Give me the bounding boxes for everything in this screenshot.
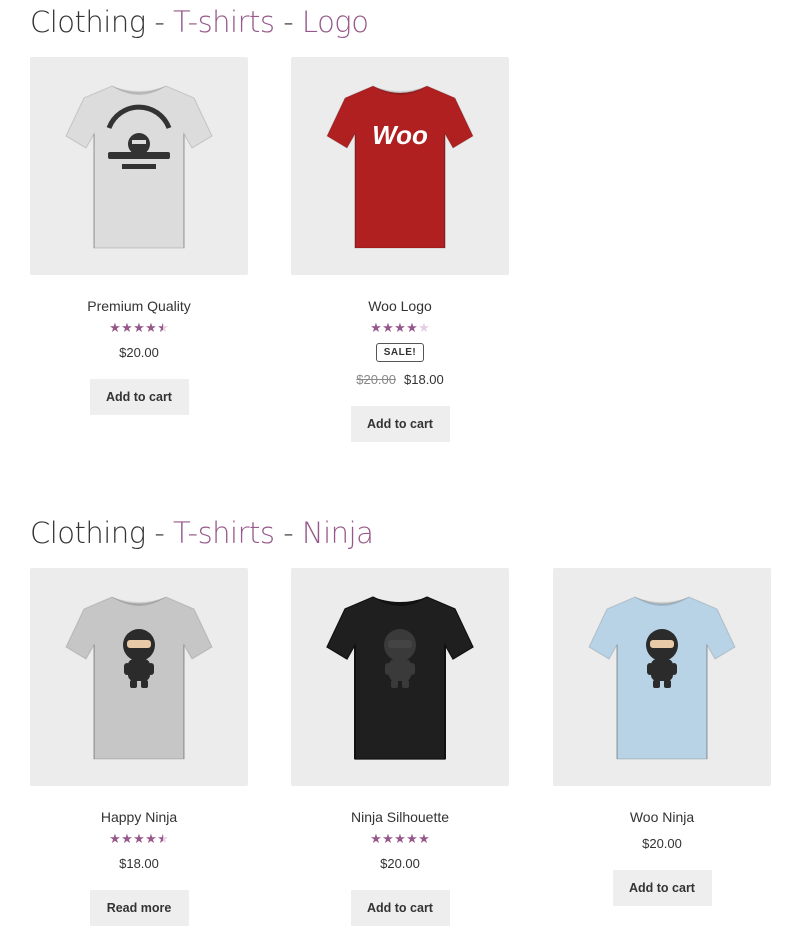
product-price: $20.00 $18.00 — [291, 372, 509, 388]
product-name-link[interactable]: Premium Quality — [30, 297, 248, 315]
breadcrumb-separator: - — [145, 516, 174, 550]
add-to-cart-button[interactable]: Add to cart — [350, 406, 450, 442]
star-rating: ★★★★★ — [291, 321, 509, 335]
star-icon: ★ — [370, 831, 382, 846]
star-icon: ★ — [133, 831, 145, 846]
product-image-link[interactable]: Woo — [291, 57, 509, 275]
product-price: $20.00 — [30, 345, 248, 361]
tshirt-image — [326, 596, 474, 760]
current-price: $18.00 — [119, 856, 159, 871]
woo-logo-icon: Woo — [372, 120, 428, 150]
star-icon: ★ — [418, 831, 430, 846]
add-to-cart-button[interactable]: Add to cart — [350, 890, 450, 926]
add-to-cart-button[interactable]: Add to cart — [89, 379, 189, 415]
star-icon: ★ — [406, 320, 418, 335]
section-title-logo: Clothing - T-shirts - Logo — [30, 5, 369, 39]
star-icon: ★ — [109, 320, 121, 335]
tshirt-image — [588, 596, 736, 760]
breadcrumb-link-ninja[interactable]: Ninja — [302, 516, 374, 550]
product-image-link[interactable] — [553, 568, 771, 786]
breadcrumb-separator: - — [145, 5, 174, 39]
star-icon: ★ — [157, 831, 169, 846]
add-to-cart-button[interactable]: Add to cart — [612, 870, 712, 906]
star-icon: ★ — [382, 320, 394, 335]
breadcrumb-link-logo[interactable]: Logo — [302, 5, 369, 39]
star-icon: ★ — [394, 320, 406, 335]
old-price: $20.00 — [356, 372, 396, 387]
current-price: $18.00 — [404, 372, 444, 387]
star-icon: ★ — [370, 320, 382, 335]
read-more-button[interactable]: Read more — [89, 890, 189, 926]
product-name-link[interactable]: Ninja Silhouette — [291, 808, 509, 826]
star-icon: ★ — [133, 320, 145, 335]
star-rating: ★★★★★ — [30, 321, 248, 335]
product-price: $20.00 — [553, 836, 771, 852]
breadcrumb-link-tshirts[interactable]: T-shirts — [173, 5, 275, 39]
current-price: $20.00 — [642, 836, 682, 851]
product-image-link[interactable] — [291, 568, 509, 786]
tshirt-image — [65, 85, 213, 249]
product-price: $18.00 — [30, 856, 248, 872]
star-icon: ★ — [121, 320, 133, 335]
product-price: $20.00 — [291, 856, 509, 872]
product-image-link[interactable] — [30, 568, 248, 786]
product-name-link[interactable]: Woo Logo — [291, 297, 509, 315]
star-icon: ★ — [157, 320, 169, 335]
breadcrumb-separator: - — [274, 516, 302, 550]
star-icon: ★ — [406, 831, 418, 846]
star-icon: ★ — [145, 320, 157, 335]
breadcrumb-separator: - — [274, 5, 302, 39]
product-card: Premium Quality ★★★★★ $20.00 Add to cart — [30, 57, 248, 415]
star-rating: ★★★★★ — [291, 832, 509, 846]
current-price: $20.00 — [380, 856, 420, 871]
product-image-link[interactable] — [30, 57, 248, 275]
tshirt-image: Woo — [326, 85, 474, 249]
product-card: Woo Woo Logo ★★★★★ SALE! $20.00 $18.00 Ad… — [291, 57, 509, 442]
product-card: Ninja Silhouette ★★★★★ $20.00 Add to car… — [291, 568, 509, 926]
current-price: $20.00 — [119, 345, 159, 360]
section-title-ninja: Clothing - T-shirts - Ninja — [30, 516, 374, 550]
star-icon: ★ — [394, 831, 406, 846]
product-name-link[interactable]: Woo Ninja — [553, 808, 771, 826]
product-name-link[interactable]: Happy Ninja — [30, 808, 248, 826]
star-rating: ★★★★★ — [30, 832, 248, 846]
star-icon: ★ — [418, 320, 430, 335]
tshirt-image — [65, 596, 213, 760]
breadcrumb-category: Clothing — [30, 516, 146, 550]
product-card: Happy Ninja ★★★★★ $18.00 Read more — [30, 568, 248, 926]
breadcrumb-link-tshirts[interactable]: T-shirts — [173, 516, 275, 550]
star-icon: ★ — [382, 831, 394, 846]
product-card: Woo Ninja $20.00 Add to cart — [553, 568, 771, 906]
star-icon: ★ — [145, 831, 157, 846]
star-icon: ★ — [109, 831, 121, 846]
sale-badge: SALE! — [375, 343, 425, 362]
svg-text:Woo: Woo — [372, 120, 428, 150]
star-icon: ★ — [121, 831, 133, 846]
breadcrumb-category: Clothing — [30, 5, 146, 39]
